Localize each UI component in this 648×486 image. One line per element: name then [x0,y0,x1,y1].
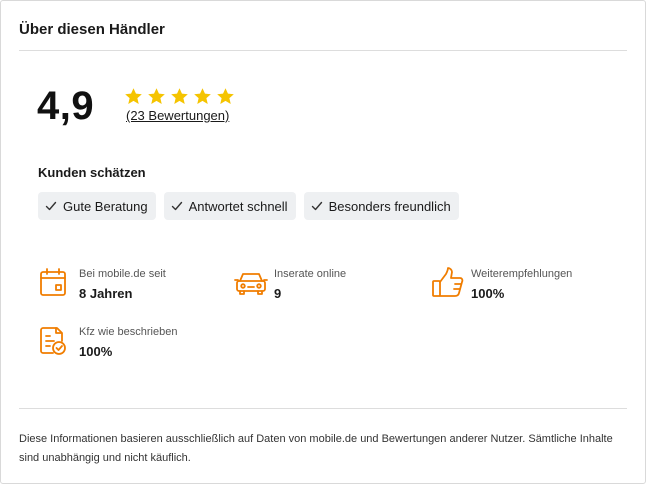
star-icon [216,87,235,106]
stat-value: 100% [79,344,113,359]
disclaimer-text: Diese Informationen basieren ausschließl… [19,433,613,464]
chip-label: Antwortet schnell [188,198,288,214]
check-icon [45,200,57,212]
star-icon [193,87,212,106]
stat-as-described: Kfz wie beschrieben 100% [39,325,177,359]
stat-label: Kfz wie beschrieben [79,326,178,338]
check-icon [311,200,323,212]
reviews-link[interactable]: (23 Bewertungen) [126,108,229,123]
stat-value: 100% [471,286,505,301]
header-divider [19,50,627,51]
feedback-chip: Besonders freundlich [303,192,459,220]
star-icon [124,87,143,106]
stat-label: Weiterempfehlungen [471,268,573,280]
check-icon [171,200,183,212]
stat-label: Bei mobile.de seit [79,268,166,280]
card-title: Über diesen Händler [19,21,165,38]
document-check-icon [39,325,67,357]
footer-divider [19,408,627,409]
calendar-icon [39,267,67,299]
stat-label: Inserate online [274,268,347,280]
car-icon [234,267,268,299]
feedback-chips: Gute Beratung Antwortet schnell Besonder… [38,192,459,220]
feedback-chip: Antwortet schnell [163,192,296,220]
star-icon [170,87,189,106]
stat-member-since: Bei mobile.de seit 8 Jahren [39,267,166,301]
rating-score: 4,9 [37,84,95,128]
customers-appreciate-title: Kunden schätzen [38,165,146,180]
stat-recommendations: Weiterempfehlungen 100% [431,267,572,301]
stat-value: 9 [274,286,282,301]
stat-listings-online: Inserate online 9 [234,267,346,301]
chip-label: Besonders freundlich [328,198,451,214]
thumbs-up-icon [431,267,464,299]
dealer-info-card: Über diesen Händler 4,9 (23 Bewertungen)… [0,0,646,484]
star-icon [147,87,166,106]
stat-value: 8 Jahren [79,286,133,301]
rating-stars [124,87,235,106]
chip-label: Gute Beratung [63,198,148,214]
feedback-chip: Gute Beratung [38,192,156,220]
